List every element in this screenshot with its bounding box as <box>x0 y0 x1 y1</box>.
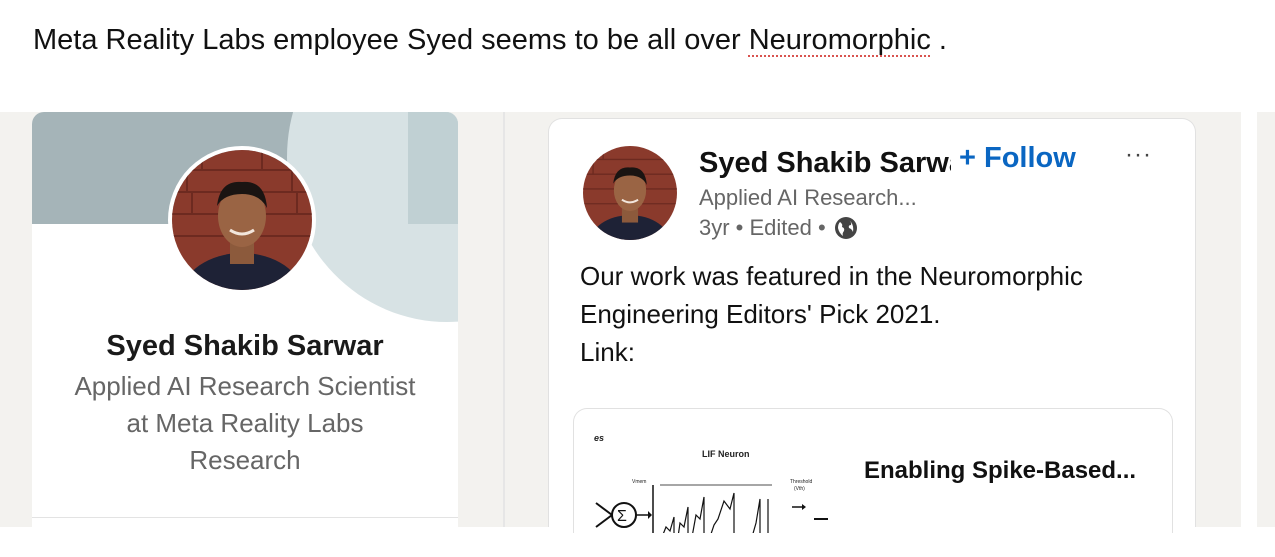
post-author-avatar[interactable] <box>583 146 677 240</box>
avatar-photo <box>583 146 677 240</box>
thumb-heading: LIF Neuron <box>702 449 750 459</box>
profile-name[interactable]: Syed Shakib Sarwar <box>32 330 458 363</box>
avatar-photo <box>172 150 312 290</box>
post-meta: 3yr • Edited • <box>699 215 858 241</box>
avatar[interactable] <box>168 146 316 294</box>
thumb-threshold-sym: (Vth) <box>794 486 805 492</box>
link-preview-thumbnail: es LIF Neuron Vmem Threshold (Vth) Σ <box>594 433 828 533</box>
linkedin-screenshot: Syed Shakib Sarwar Applied AI Research S… <box>0 112 1275 533</box>
post-author-name[interactable]: Syed Shakib Sarwar <box>699 147 951 180</box>
link-preview-card[interactable]: es LIF Neuron Vmem Threshold (Vth) Σ Ena… <box>573 408 1173 533</box>
column-divider <box>503 112 505 527</box>
post-body: Our work was featured in the Neuromorphi… <box>580 261 1083 367</box>
thumb-threshold-label: Threshold <box>790 479 812 485</box>
profile-card[interactable]: Syed Shakib Sarwar Applied AI Research S… <box>32 112 458 527</box>
post-card: Syed Shakib Sarwar + Follow ··· Applied … <box>548 118 1196 533</box>
caption-text: Meta Reality Labs employee Syed seems to… <box>33 24 947 57</box>
follow-button[interactable]: + Follow <box>959 142 1076 175</box>
post-author-headline: Applied AI Research... <box>699 185 917 210</box>
banner-stripe <box>408 112 458 224</box>
thumb-corner-label: es <box>594 433 604 443</box>
caption-misspelled-word: Neuromorphic <box>748 24 931 56</box>
svg-text:Σ: Σ <box>617 508 627 525</box>
globe-icon <box>834 217 857 239</box>
link-preview-title[interactable]: Enabling Spike-Based... <box>864 451 1154 490</box>
thumb-input-label: Vmem <box>632 479 646 485</box>
post-timestamp: 3yr • Edited • <box>699 215 826 240</box>
profile-headline: Applied AI Research Scientist at Meta Re… <box>74 371 416 475</box>
more-options-icon[interactable]: ··· <box>1125 141 1152 169</box>
caption-after: . <box>930 24 947 56</box>
divider <box>32 517 458 518</box>
caption-before: Meta Reality Labs employee Syed seems to… <box>33 24 749 56</box>
right-column-edge <box>1241 112 1257 527</box>
